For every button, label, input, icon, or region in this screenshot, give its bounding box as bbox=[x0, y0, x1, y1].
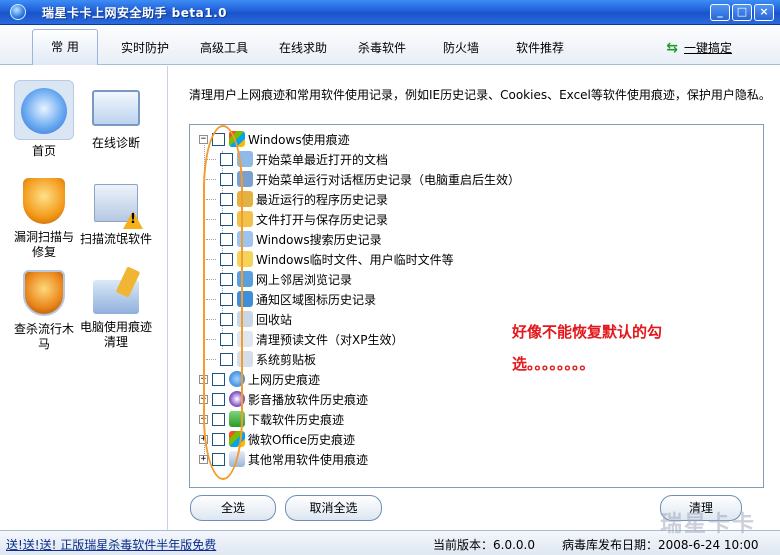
tab-software-recommend[interactable]: 软件推荐 bbox=[516, 39, 564, 56]
annotation-circle bbox=[203, 125, 243, 480]
tree-node-label: 最近运行的程序历史记录 bbox=[256, 192, 389, 207]
sidebar-item-label: 漏洞扫描与修复 bbox=[13, 230, 74, 259]
tree-node-child[interactable]: Windows搜索历史记录 bbox=[206, 229, 382, 249]
broom-clean-icon bbox=[93, 280, 139, 314]
sidebar-item-trace-clean[interactable]: 电脑使用痕迹清理 bbox=[76, 266, 156, 350]
tab-online-help[interactable]: 在线求助 bbox=[279, 39, 327, 56]
sidebar-item-trojan-kill[interactable]: 查杀流行木马 bbox=[4, 266, 84, 352]
tree-node-child[interactable]: 最近运行的程序历史记录 bbox=[206, 189, 389, 209]
tree-node-child[interactable]: 清理预读文件（对XP生效） bbox=[206, 329, 404, 349]
minimize-button[interactable]: _ bbox=[710, 4, 730, 21]
close-button[interactable]: × bbox=[754, 4, 774, 21]
sidebar-item-label: 首页 bbox=[31, 144, 56, 158]
tree-node-label: 系统剪贴板 bbox=[256, 352, 317, 367]
deselect-all-button[interactable]: 取消全选 bbox=[285, 495, 382, 521]
shield-scan-icon bbox=[23, 178, 65, 224]
select-all-button[interactable]: 全选 bbox=[190, 495, 276, 521]
sidebar-item-label: 查杀流行木马 bbox=[13, 322, 74, 351]
tree-node-label: Windows搜索历史记录 bbox=[256, 232, 382, 247]
sidebar: 首页 在线诊断 漏洞扫描与修复 扫描流氓软件 查杀流行木马 电脑使用痕迹清理 bbox=[0, 66, 168, 530]
diagnose-icon bbox=[92, 90, 140, 126]
tree-node-child[interactable]: 通知区域图标历史记录 bbox=[206, 289, 377, 309]
tree-node-label: Windows使用痕迹 bbox=[248, 132, 350, 147]
window-title: 瑞星卡卡上网安全助手 beta1.0 bbox=[42, 5, 227, 20]
maximize-button[interactable]: □ bbox=[732, 4, 752, 21]
sidebar-item-label: 电脑使用痕迹清理 bbox=[79, 320, 152, 349]
tree-node-child[interactable]: 开始菜单最近打开的文档 bbox=[206, 149, 389, 169]
tree-node-label: 其他常用软件使用痕迹 bbox=[248, 452, 369, 467]
tab-common[interactable]: 常 用 bbox=[32, 29, 98, 65]
menu-bar: 常 用 实时防护 高级工具 在线求助 杀毒软件 防火墙 软件推荐 ⇆ 一键搞定 bbox=[0, 25, 780, 65]
tree-node-label: 网上邻居浏览记录 bbox=[256, 272, 353, 287]
sidebar-item-label: 扫描流氓软件 bbox=[80, 232, 153, 246]
sidebar-item-online-diagnose[interactable]: 在线诊断 bbox=[76, 80, 156, 151]
tree-node-label: 上网历史痕迹 bbox=[248, 372, 321, 387]
tree-node-label: 影音播放软件历史痕迹 bbox=[248, 392, 369, 407]
version-text: 当前版本：6.0.0.0 bbox=[433, 538, 535, 552]
brand-watermark: 瑞星卡卡 bbox=[660, 512, 757, 537]
one-key-fix-label: 一键搞定 bbox=[683, 41, 732, 55]
tree-node-label: 开始菜单运行对话框历史记录（电脑重启后生效） bbox=[256, 172, 521, 187]
virus-db-date: 病毒库发布日期：2008-6-24 10:00 bbox=[562, 538, 759, 552]
sidebar-item-label: 在线诊断 bbox=[91, 136, 140, 150]
collapse-toggle[interactable]: − bbox=[199, 134, 208, 144]
annotation-note: 好像不能恢复默认的勾选。。。。。。。。 bbox=[512, 323, 663, 373]
sidebar-item-vuln-scan[interactable]: 漏洞扫描与修复 bbox=[4, 174, 84, 260]
tree-node-child[interactable]: Windows临时文件、用户临时文件等 bbox=[206, 249, 454, 269]
tab-antivirus[interactable]: 杀毒软件 bbox=[358, 39, 406, 56]
tree-node-label: 开始菜单最近打开的文档 bbox=[256, 152, 389, 167]
tree-node-label: 回收站 bbox=[256, 312, 293, 327]
tree-node-label: 下载软件历史痕迹 bbox=[248, 412, 345, 427]
app-logo-icon bbox=[10, 4, 26, 20]
sidebar-item-home[interactable]: 首页 bbox=[4, 80, 84, 159]
title-bar: 瑞星卡卡上网安全助手 beta1.0 _ □ × bbox=[0, 0, 780, 25]
swap-arrows-icon: ⇆ bbox=[666, 39, 678, 56]
trojan-kill-icon bbox=[23, 270, 65, 316]
promo-link[interactable]: 送!送!送! 正版瑞星杀毒软件半年版免费 bbox=[6, 536, 216, 553]
main-content: 清理用户上网痕迹和常用软件使用记录，例如IE历史记录、Cookies、Excel… bbox=[172, 66, 780, 530]
tree-node-label: Windows临时文件、用户临时文件等 bbox=[256, 252, 454, 267]
tab-firewall[interactable]: 防火墙 bbox=[443, 39, 479, 56]
tree-node-label: 微软Office历史痕迹 bbox=[248, 432, 356, 447]
tree-node-label: 清理预读文件（对XP生效） bbox=[256, 332, 404, 347]
tree-node-child[interactable]: 文件打开与保存历史记录 bbox=[206, 209, 389, 229]
home-icon bbox=[21, 88, 67, 134]
tree-node-child[interactable]: 开始菜单运行对话框历史记录（电脑重启后生效） bbox=[206, 169, 521, 189]
sidebar-item-malware-scan[interactable]: 扫描流氓软件 bbox=[76, 174, 156, 247]
page-description: 清理用户上网痕迹和常用软件使用记录，例如IE历史记录、Cookies、Excel… bbox=[189, 88, 771, 102]
one-key-fix-link[interactable]: ⇆ 一键搞定 bbox=[666, 39, 732, 56]
trace-tree[interactable]: − Windows使用痕迹 开始菜单最近打开的文档开始菜单运行对话框历史记录（电… bbox=[189, 124, 764, 488]
window-controls: _ □ × bbox=[710, 4, 774, 21]
tab-realtime-protection[interactable]: 实时防护 bbox=[121, 39, 169, 56]
tree-node-label: 通知区域图标历史记录 bbox=[256, 292, 377, 307]
tab-advanced-tools[interactable]: 高级工具 bbox=[200, 39, 248, 56]
tree-node-label: 文件打开与保存历史记录 bbox=[256, 212, 389, 227]
malware-scan-icon bbox=[94, 184, 138, 222]
